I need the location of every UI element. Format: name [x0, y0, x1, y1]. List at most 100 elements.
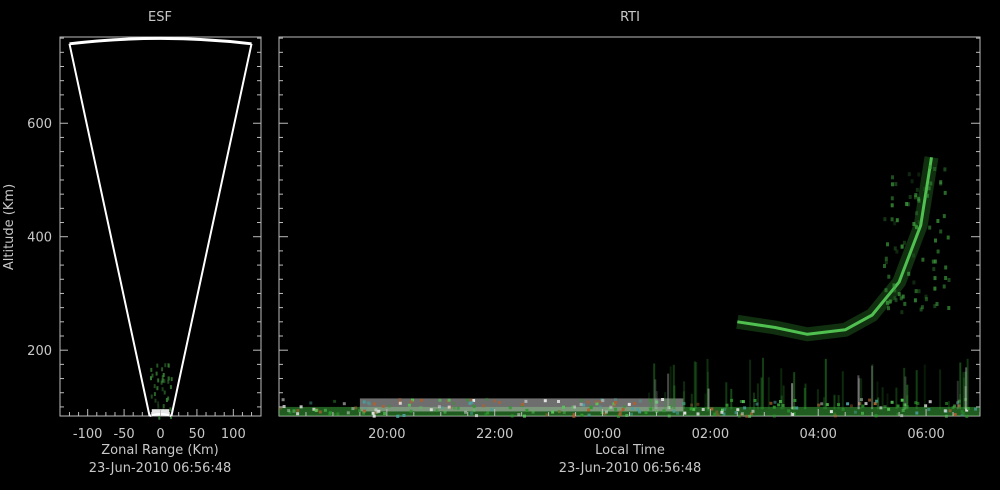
rti-echo-cell: [475, 414, 478, 417]
rti-echo-cell: [464, 411, 467, 414]
rti-echo-cell: [398, 398, 401, 401]
rti-echo-cell: [329, 411, 332, 414]
rti-echo-cell: [526, 409, 529, 412]
rti-plume-cell: [917, 197, 920, 201]
rti-echo-cell: [752, 410, 755, 413]
esf-x-ticks: -100 -50 0 50 100: [69, 409, 251, 442]
rti-echo-cell: [676, 412, 679, 415]
rti-echo-cell: [524, 400, 527, 403]
rti-echo-cell: [572, 415, 575, 418]
rti-echo-cell: [884, 405, 887, 408]
esf-echo-cell: [151, 395, 153, 399]
rti-plume-cell: [943, 214, 946, 218]
rti-echo-streak: [939, 369, 941, 409]
rti-echo-cell: [587, 401, 590, 404]
rti-plume-cell: [903, 302, 906, 306]
esf-echo-cell: [155, 399, 157, 403]
rti-echo-cell: [773, 415, 776, 418]
rti-echo-cell: [601, 399, 604, 402]
rti-plume-cell: [933, 167, 936, 171]
rti-plume-cell: [912, 281, 915, 285]
rti-plume-cell: [903, 241, 906, 245]
rti-echo-cell: [633, 402, 636, 405]
rti-echo-cell: [448, 406, 451, 409]
rti-echo-streak: [667, 399, 669, 410]
rti-echo-cell: [668, 415, 671, 418]
rti-plume-cell: [944, 266, 947, 270]
rti-plume-cell: [893, 288, 896, 292]
rti-echo-streak: [823, 397, 825, 409]
rti-echo-cell: [861, 412, 864, 415]
rti-echo-streak: [959, 363, 961, 410]
esf-echo-cell: [167, 380, 169, 384]
esf-echo-cell: [168, 364, 170, 368]
rti-plume-cell: [889, 300, 892, 304]
rti-plot-frame: [279, 37, 980, 416]
esf-x-axis-label: Zonal Range (Km): [101, 443, 218, 458]
rti-echo-streak: [833, 395, 835, 409]
rti-plume-cell: [918, 220, 921, 224]
rti-echo-cell: [944, 409, 947, 412]
rti-plume-cell: [929, 182, 932, 186]
rti-echo-cell: [769, 402, 772, 405]
rti-echo-cell: [368, 403, 371, 406]
esf-y-tick-label: 600: [27, 117, 52, 132]
rti-plume-cell: [932, 267, 935, 271]
rti-echo-cell: [509, 406, 512, 409]
rti-echo-cell: [850, 404, 853, 407]
rti-echo-cell: [438, 405, 441, 408]
rti-echo-cell: [517, 413, 520, 416]
rti-echo-streak: [656, 391, 658, 409]
rti-echo-streak: [906, 385, 908, 410]
rti-echo-streak: [805, 384, 807, 410]
rti-echo-cell: [773, 406, 776, 409]
rti-echo-cell: [639, 400, 642, 403]
rti-echo-cell: [949, 409, 952, 412]
rti-plume-cell: [921, 258, 924, 262]
rti-plume-cell: [936, 219, 939, 223]
rti-echo-cell: [470, 412, 473, 415]
rti-echo-streak: [965, 386, 967, 409]
rti-echo-cell: [347, 411, 350, 414]
rti-echo-cell: [336, 412, 339, 415]
rti-echo-cell: [546, 413, 549, 416]
rti-echo-cell: [588, 414, 591, 417]
rti-echo-cell: [582, 404, 585, 407]
rti-echo-cell: [438, 399, 441, 402]
rti-echo-streak: [871, 366, 873, 409]
rti-echo-cell: [473, 405, 476, 408]
rti-plume-cell: [891, 203, 894, 207]
rti-echo-cell: [296, 412, 299, 415]
rti-echo-cell: [452, 402, 455, 405]
rti-echo-cell: [470, 399, 473, 402]
rti-plume-cell: [937, 250, 940, 254]
rti-echo-cell: [430, 408, 433, 411]
rti-echo-cell: [594, 400, 597, 403]
rti-x-axis-label: Local Time: [595, 443, 665, 458]
rti-plume-cell: [885, 260, 888, 264]
rti-echo-streak: [704, 394, 706, 410]
rti-echo-streak: [673, 386, 675, 410]
rti-echo-cell: [498, 401, 501, 404]
rti-echo-cell: [628, 403, 631, 406]
rti-x-tick-label: 04:00: [799, 427, 836, 442]
rti-plume-cell: [883, 217, 886, 221]
rti-echo-cell: [351, 407, 354, 410]
rti-echo-cell: [631, 407, 634, 410]
rti-echo-cell: [697, 412, 700, 415]
rti-echo-streak: [916, 370, 918, 409]
rti-plume-cell: [891, 175, 894, 179]
rti-echo-cell: [403, 414, 406, 417]
rti-echo-cell: [961, 410, 964, 413]
rti-echo-cell: [372, 412, 375, 415]
rti-title: RTI: [620, 10, 640, 25]
rti-echo-cell: [619, 413, 622, 416]
esf-x-tick-label: -100: [73, 427, 103, 442]
rti-echo-cell: [868, 399, 871, 402]
rti-echo-cell: [673, 410, 676, 413]
rti-echo-streak: [725, 382, 727, 409]
rti-echo-cell: [309, 402, 312, 405]
esf-echo-cell: [163, 404, 165, 408]
rti-plume-cell: [898, 292, 901, 296]
rti-plume-cell: [933, 287, 936, 291]
